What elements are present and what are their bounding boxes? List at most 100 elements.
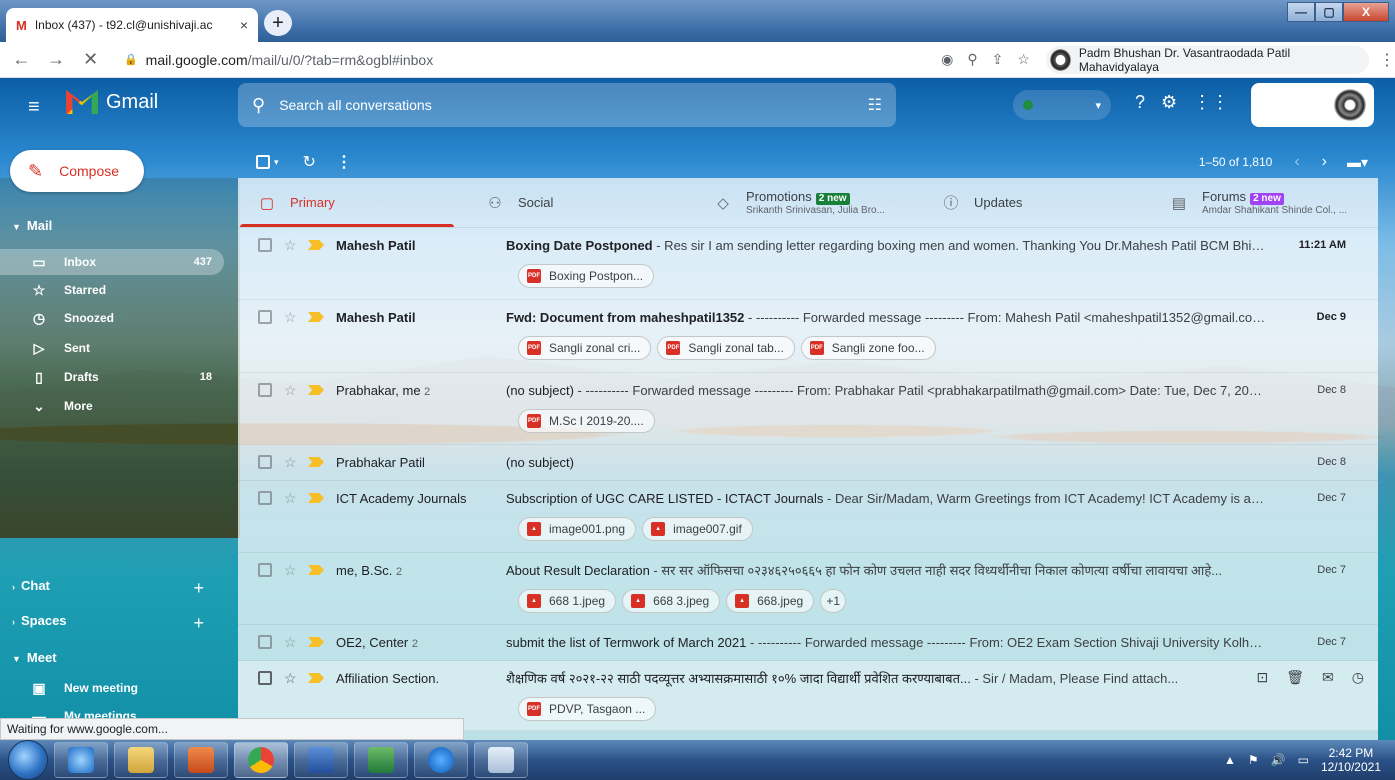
more-actions-icon[interactable]: ⋮ [336, 152, 352, 172]
search-icon[interactable]: ⚲ [252, 95, 265, 116]
chat-status-selector[interactable]: ▾ [1013, 90, 1111, 120]
tab-close-icon[interactable]: × [240, 17, 248, 33]
refresh-icon[interactable]: ↻ [303, 152, 316, 172]
row-checkbox[interactable] [258, 563, 272, 577]
email-row[interactable]: ☆ me, B.Sc. 2 About Result Declaration -… [238, 553, 1378, 625]
mail-section-header[interactable]: ▼ Mail [0, 218, 52, 233]
back-arrow-icon[interactable]: ← [8, 49, 35, 70]
importance-marker-icon[interactable] [308, 385, 324, 395]
importance-marker-icon[interactable] [308, 240, 324, 250]
sidebar-item-starred[interactable]: ☆ Starred [0, 277, 224, 303]
sidebar-item-drafts[interactable]: ▯ Drafts 18 [0, 364, 224, 390]
attachment-chip[interactable]: PDF Sangli zonal tab... [657, 336, 795, 360]
action-center-flag-icon[interactable]: ⚑ [1248, 753, 1259, 767]
start-button-icon[interactable] [8, 740, 48, 780]
attachment-chip[interactable]: ▲ image007.gif [642, 517, 753, 541]
taskbar-app-button[interactable] [474, 742, 528, 778]
url-omnibox[interactable]: 🔒 mail.google.com/mail/u/0/?tab=rm&ogbl#… [114, 46, 933, 74]
taskbar-word-button[interactable] [294, 742, 348, 778]
archive-icon[interactable]: ⊡ [1257, 669, 1269, 686]
new-tab-button[interactable]: + [264, 10, 292, 36]
spaces-section-header[interactable]: › Spaces + [0, 613, 224, 633]
attachment-chip[interactable]: ▲ image001.png [518, 517, 637, 541]
sidebar-item-new-meeting[interactable]: ▣ New meeting [0, 675, 224, 701]
taskbar-excel-button[interactable] [354, 742, 408, 778]
tab-primary[interactable]: ▢ Primary [238, 178, 466, 227]
mark-unread-icon[interactable]: ✉ [1322, 669, 1334, 686]
email-row[interactable]: ☆ Mahesh Patil Fwd: Document from mahesh… [238, 300, 1378, 373]
email-row[interactable]: ☆ OE2, Center 2 submit the list of Termw… [238, 625, 1378, 661]
row-checkbox[interactable] [258, 238, 272, 252]
select-all-checkbox[interactable] [256, 155, 270, 169]
tray-expand-icon[interactable]: ▲ [1224, 753, 1236, 767]
stop-loading-icon[interactable]: ✕ [77, 49, 104, 70]
taskbar-explorer-button[interactable] [114, 742, 168, 778]
taskbar-chrome-button[interactable] [234, 742, 288, 778]
importance-marker-icon[interactable] [308, 673, 324, 683]
row-checkbox[interactable] [258, 310, 272, 324]
attachment-chip[interactable]: PDF Sangli zone foo... [800, 336, 936, 360]
eye-icon[interactable]: ◉ [941, 51, 953, 68]
row-checkbox[interactable] [258, 383, 272, 397]
share-icon[interactable]: ⇪ [992, 51, 1004, 68]
star-icon[interactable]: ☆ [284, 237, 298, 254]
taskbar-clock[interactable]: 2:42 PM 12/10/2021 [1321, 746, 1381, 775]
support-icon[interactable]: ? [1135, 92, 1145, 113]
sidebar-item-inbox[interactable]: ▭ Inbox 437 [0, 249, 224, 275]
more-attachments-chip[interactable]: +1 [820, 589, 847, 613]
importance-marker-icon[interactable] [308, 637, 324, 647]
bookmark-star-icon[interactable]: ☆ [1017, 51, 1030, 68]
input-tools-icon[interactable]: ▬▾ [1347, 154, 1368, 171]
row-checkbox[interactable] [258, 671, 272, 685]
browser-tab[interactable]: M Inbox (437) - t92.cl@unishivaji.ac × [6, 8, 258, 42]
sidebar-item-snoozed[interactable]: ◷ Snoozed [0, 305, 224, 331]
tab-updates[interactable]: ⓘ Updates [922, 178, 1150, 227]
network-icon[interactable]: ▭ [1298, 753, 1309, 767]
tab-social[interactable]: ⚇ Social [466, 178, 694, 227]
newer-page-icon[interactable]: ‹ [1294, 153, 1299, 171]
star-icon[interactable]: ☆ [284, 670, 298, 687]
apps-grid-icon[interactable]: ⋮⋮ [1193, 92, 1229, 113]
zoom-icon[interactable]: ⚲ [967, 51, 977, 68]
select-dropdown-icon[interactable]: ▾ [274, 157, 279, 168]
browser-menu-icon[interactable]: ⋮ [1379, 50, 1395, 70]
gmail-logo[interactable]: Gmail [66, 90, 158, 114]
tab-promotions[interactable]: ◇ Promotions 2 new Srikanth Srinivasan, J… [694, 178, 922, 227]
email-row[interactable]: ☆ ICT Academy Journals Subscription of U… [238, 481, 1378, 553]
older-page-icon[interactable]: › [1322, 153, 1327, 171]
attachment-chip[interactable]: PDF M.Sc I 2019-20.... [518, 409, 655, 433]
snooze-icon[interactable]: ◷ [1352, 669, 1364, 686]
importance-marker-icon[interactable] [308, 565, 324, 575]
tab-forums[interactable]: ▤ Forums 2 new Amdar Shahikant Shinde Col… [1150, 178, 1378, 227]
account-box[interactable] [1251, 83, 1374, 127]
attachment-chip[interactable]: ▲ 668.jpeg [726, 589, 815, 613]
sidebar-item-sent[interactable]: ▷ Sent [0, 335, 224, 361]
meet-section-header[interactable]: ▼ Meet [0, 650, 57, 665]
search-options-icon[interactable]: ☷ [868, 95, 882, 115]
volume-icon[interactable]: 🔊 [1271, 753, 1286, 767]
lock-icon[interactable]: 🔒 [124, 53, 138, 66]
attachment-chip[interactable]: ▲ 668 1.jpeg [518, 589, 617, 613]
row-checkbox[interactable] [258, 455, 272, 469]
account-avatar[interactable] [1334, 89, 1366, 121]
maximize-button[interactable]: ▢ [1315, 2, 1343, 22]
url-text[interactable]: mail.google.com/mail/u/0/?tab=rm&ogbl#in… [146, 52, 434, 68]
browser-profile-chip[interactable]: Padm Bhushan Dr. Vasantraodada Patil Mah… [1045, 45, 1369, 74]
taskbar-media-button[interactable] [174, 742, 228, 778]
star-icon[interactable]: ☆ [284, 309, 298, 326]
add-chat-icon[interactable]: + [193, 578, 204, 599]
row-checkbox[interactable] [258, 491, 272, 505]
add-space-icon[interactable]: + [193, 613, 204, 634]
minimize-button[interactable]: — [1287, 2, 1315, 22]
search-input[interactable] [279, 97, 868, 113]
delete-icon[interactable]: 🗑 [1286, 669, 1304, 686]
attachment-chip[interactable]: ▲ 668 3.jpeg [622, 589, 721, 613]
chat-section-header[interactable]: › Chat + [0, 578, 224, 598]
email-row[interactable]: ☆ Prabhakar, me 2 (no subject) - -------… [238, 373, 1378, 445]
importance-marker-icon[interactable] [308, 312, 324, 322]
star-icon[interactable]: ☆ [284, 454, 298, 471]
star-icon[interactable]: ☆ [284, 562, 298, 579]
taskbar-hp-button[interactable] [414, 742, 468, 778]
compose-button[interactable]: ✎ Compose [10, 150, 144, 192]
sidebar-item-more[interactable]: ⌄ More [0, 393, 224, 419]
